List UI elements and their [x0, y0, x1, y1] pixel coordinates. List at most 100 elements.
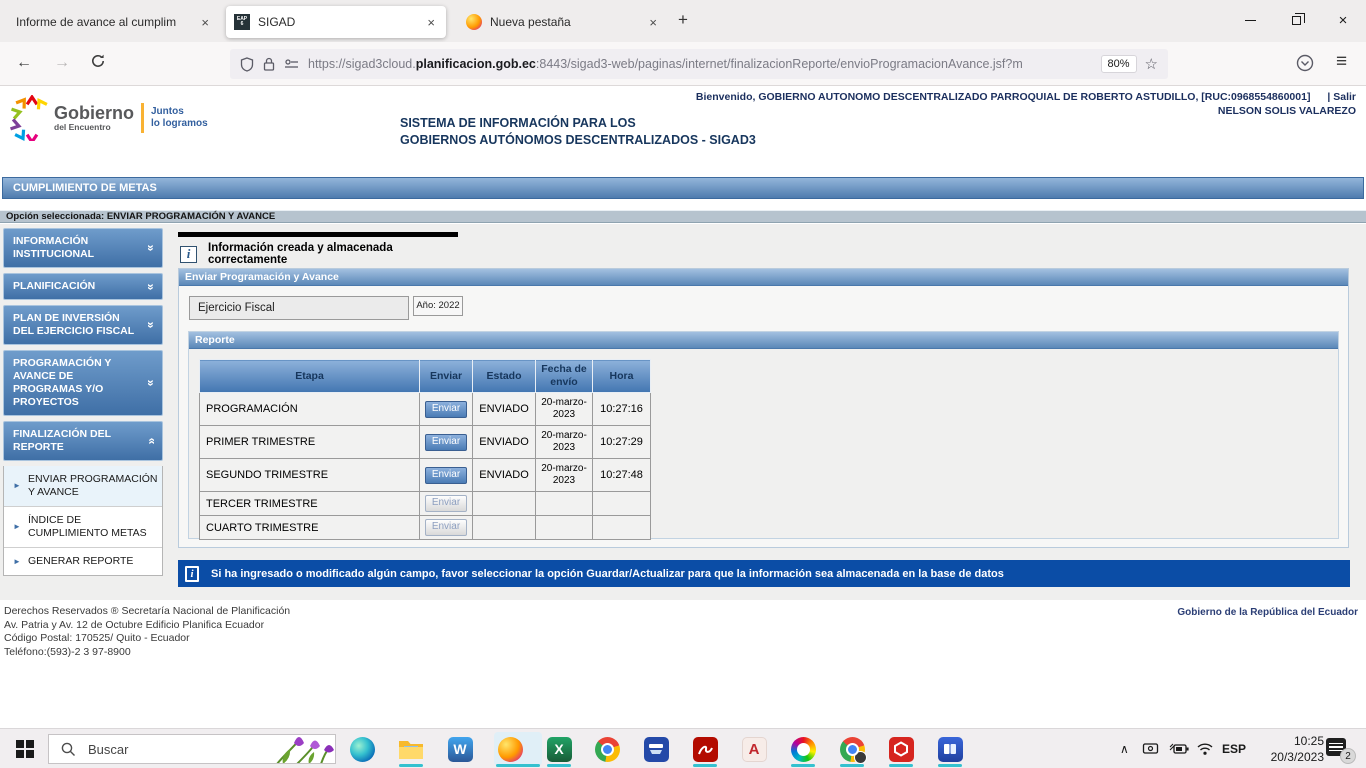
anio-value: Año: 2022	[413, 296, 463, 316]
table-row: TERCER TRIMESTRE Enviar	[200, 492, 651, 516]
minimize-icon	[1245, 20, 1256, 21]
chevron-double-up-icon: »	[145, 435, 157, 447]
firefox-icon[interactable]	[497, 736, 523, 762]
logo-subtitle: del Encuentro	[54, 122, 134, 132]
chrome-profile-icon[interactable]	[839, 736, 865, 762]
table-header-row: Etapa Enviar Estado Fecha de envío Hora	[200, 360, 651, 393]
taskbar-search-box[interactable]: Buscar	[48, 734, 336, 764]
tray-date: 20/3/2023	[1252, 749, 1324, 765]
word-icon[interactable]: W	[447, 736, 473, 762]
sidebar-menu: INFORMACIÓN INSTITUCIONAL » PLANIFICACIÓ…	[3, 228, 163, 576]
tab-close-icon[interactable]: ×	[424, 15, 438, 30]
tab-informe[interactable]: Informe de avance al cumplimiento ×	[8, 6, 220, 38]
info-icon: i	[185, 566, 199, 582]
excel-icon[interactable]: X	[546, 736, 572, 762]
logout-link[interactable]: | Salir	[1327, 91, 1356, 103]
system-title: SISTEMA DE INFORMACIÓN PARA LOS GOBIERNO…	[400, 115, 756, 149]
enviar-button[interactable]: Enviar	[425, 467, 467, 484]
sidebar-item-finalizacion-reporte[interactable]: FINALIZACIÓN DEL REPORTE »	[3, 421, 163, 461]
column-hora: Hora	[593, 360, 651, 393]
logo-tagline2: lo logramos	[151, 118, 208, 130]
tab-close-icon[interactable]: ×	[198, 15, 212, 30]
column-estado: Estado	[473, 360, 536, 393]
firefox-favicon-icon	[466, 14, 482, 30]
sidebar-item-informacion-institucional[interactable]: INFORMACIÓN INSTITUCIONAL »	[3, 228, 163, 268]
acrobat-icon[interactable]	[692, 736, 718, 762]
wifi-icon[interactable]	[1196, 742, 1214, 761]
window-minimize-button[interactable]	[1227, 0, 1273, 40]
enviar-button[interactable]: Enviar	[425, 434, 467, 451]
footer-line: Av. Patria y Av. 12 de Octubre Edificio …	[4, 619, 290, 633]
sidebar-item-plan-inversion[interactable]: PLAN DE INVERSIÓN DEL EJERCICIO FISCAL »	[3, 305, 163, 345]
cast-display-icon[interactable]	[1142, 742, 1159, 761]
logo-title: Gobierno	[54, 105, 134, 122]
url-text: https://sigad3cloud.planificacion.gob.ec…	[308, 57, 1093, 71]
scanner-app-icon[interactable]	[643, 736, 669, 762]
table-row: CUARTO TRIMESTRE Enviar	[200, 516, 651, 540]
crocus-flowers-image	[269, 734, 335, 764]
tray-clock[interactable]: 10:25 20/3/2023	[1252, 733, 1324, 765]
enviar-programacion-panel: Enviar Programación y Avance Ejercicio F…	[178, 268, 1349, 548]
new-tab-button[interactable]: +	[678, 10, 688, 30]
start-button[interactable]	[16, 740, 34, 758]
chevron-double-down-icon: »	[145, 242, 157, 254]
table-row: PRIMER TRIMESTRE Enviar ENVIADO 20-marzo…	[200, 426, 651, 459]
table-row: SEGUNDO TRIMESTRE Enviar ENVIADO 20-marz…	[200, 459, 651, 492]
window-close-button[interactable]: ×	[1320, 0, 1366, 40]
zoom-level-badge[interactable]: 80%	[1101, 55, 1137, 73]
enviar-button[interactable]: Enviar	[425, 401, 467, 418]
eap-favicon-icon: EAP6	[234, 14, 250, 30]
sidebar-item-programacion-avance[interactable]: PROGRAMACIÓN Y AVANCE DE PROGRAMAS Y/O P…	[3, 350, 163, 416]
url-bar[interactable]: https://sigad3cloud.planificacion.gob.ec…	[230, 49, 1168, 79]
hexagon-app-icon[interactable]	[888, 736, 914, 762]
reload-button[interactable]	[90, 53, 106, 74]
back-button[interactable]: ←	[16, 54, 32, 72]
finalizacion-submenu: ► ENVIAR PROGRAMACIÓN Y AVANCE ► ÍNDICE …	[3, 466, 163, 576]
battery-icon[interactable]	[1168, 742, 1190, 760]
menu-hamburger-icon[interactable]: ≡	[1336, 51, 1347, 73]
guardar-notice-bar: i Si ha ingresado o modificado algún cam…	[178, 560, 1350, 587]
running-indicator	[938, 764, 962, 767]
running-indicator	[547, 764, 571, 767]
lock-icon[interactable]	[263, 57, 275, 71]
submenu-item-indice-cumplimiento[interactable]: ► ÍNDICE DE CUMPLIMIENTO METAS	[4, 507, 162, 548]
footer-line: Derechos Reservados ® Secretaría Naciona…	[4, 605, 290, 619]
column-enviar: Enviar	[420, 360, 473, 393]
windows-taskbar: Buscar W X A ∧	[0, 728, 1366, 768]
tab-sigad-active[interactable]: EAP6 SIGAD ×	[226, 6, 446, 38]
submenu-item-enviar-programacion[interactable]: ► ENVIAR PROGRAMACIÓN Y AVANCE	[4, 466, 162, 507]
running-indicator	[496, 764, 540, 767]
forward-button[interactable]: →	[54, 54, 70, 72]
logo-burst-icon	[8, 95, 50, 141]
footer-line: Teléfono:(593)-2 3 97-8900	[4, 646, 290, 660]
bullet-triangle-icon: ►	[13, 522, 21, 532]
autocad-icon[interactable]: A	[741, 736, 767, 762]
notebook-app-icon[interactable]	[937, 736, 963, 762]
browser-tab-bar: Informe de avance al cumplimiento × EAP6…	[0, 0, 1366, 42]
reporte-table: Etapa Enviar Estado Fecha de envío Hora …	[199, 359, 651, 540]
tab-title: Nueva pestaña	[490, 15, 571, 29]
submenu-item-generar-reporte[interactable]: ► GENERAR REPORTE	[4, 548, 162, 575]
tray-expand-chevron[interactable]: ∧	[1120, 729, 1129, 768]
bullet-triangle-icon: ►	[13, 557, 21, 567]
chrome-icon[interactable]	[594, 736, 620, 762]
tab-title: Informe de avance al cumplimiento	[16, 15, 176, 29]
window-restore-button[interactable]	[1273, 0, 1319, 40]
language-indicator[interactable]: ESP	[1222, 729, 1246, 768]
file-explorer-icon[interactable]	[398, 736, 424, 762]
tab-close-icon[interactable]: ×	[646, 15, 660, 30]
pocket-icon[interactable]	[1296, 54, 1314, 77]
sidebar-item-planificacion[interactable]: PLANIFICACIÓN »	[3, 273, 163, 300]
bookmark-star-icon[interactable]: ☆	[1145, 55, 1158, 73]
permissions-icon[interactable]	[284, 58, 299, 70]
ejercicio-fiscal-field[interactable]: Ejercicio Fiscal	[189, 296, 409, 320]
tab-nueva-pestana[interactable]: Nueva pestaña ×	[458, 6, 668, 38]
shield-icon[interactable]	[240, 57, 254, 72]
edge-icon[interactable]	[349, 736, 375, 762]
enviar-button-disabled: Enviar	[425, 495, 467, 512]
running-indicator	[693, 764, 717, 767]
panel-header: Enviar Programación y Avance	[179, 269, 1348, 286]
logo-divider	[141, 103, 144, 133]
browser-nav-bar: ← → https://sigad3cloud.planificacion.go…	[0, 42, 1366, 86]
color-wheel-app-icon[interactable]	[790, 736, 816, 762]
